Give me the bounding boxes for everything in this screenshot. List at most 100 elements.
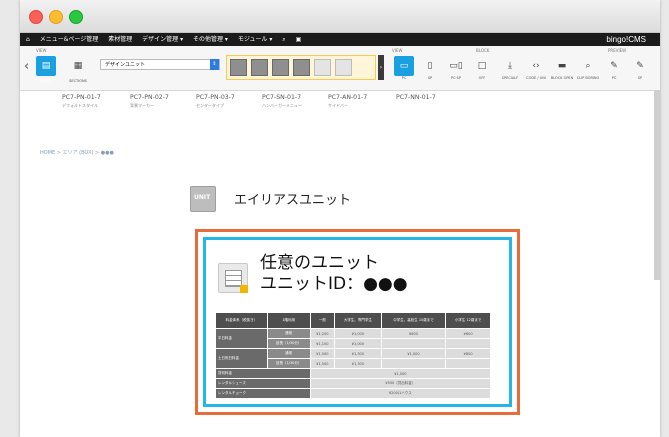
unit-type-value: デザインユニット <box>105 62 146 68</box>
unit-thumb[interactable] <box>251 59 268 76</box>
preview-section-label: PREVIEW <box>608 48 627 53</box>
minimize-window-button[interactable] <box>49 10 63 24</box>
header-cell: 一般 <box>309 312 336 329</box>
table-cell: ¥1,300 <box>334 348 382 359</box>
download-icon: ⤓ <box>508 61 512 71</box>
breadcrumb[interactable]: HOME > エリア (BOX) > ●●● <box>40 149 114 156</box>
palette-next-arrow[interactable]: › <box>378 55 384 80</box>
block-icon: ▬ <box>557 61 567 71</box>
settings-icon[interactable]: ▣ <box>296 36 302 43</box>
close-window-button[interactable] <box>29 10 43 24</box>
unit-content-frame[interactable]: 任意のユニット ユニットID：●●● 料金体系（税抜き） 1階利用 一般 大学生… <box>203 237 512 407</box>
tab-sub: センタータイプ <box>196 103 224 108</box>
editor-toolbar: ‹ VIEW ▤ UNITS ▦ SECTIONS デザインユニット ⇕ › V… <box>20 46 660 91</box>
tab-pn-01[interactable]: PC7-PN-01-7 デフォルトスタイル <box>62 94 101 109</box>
sections-button[interactable]: ▦ SECTIONS <box>68 56 88 83</box>
selected-unit-frame[interactable]: 任意のユニット ユニットID：●●● 料金体系（税抜き） 1階利用 一般 大学生… <box>195 229 520 415</box>
special-button[interactable]: ⤓ SPECIALF <box>500 56 520 80</box>
tab-code: PC7-AN-01-7 <box>328 94 368 101</box>
sections-label: SECTIONS <box>69 79 87 83</box>
unit-thumb[interactable] <box>335 59 352 76</box>
unit-icon-text: UNIT <box>194 194 211 201</box>
home-icon[interactable]: ⌂ <box>26 36 30 43</box>
units-button[interactable]: ▤ UNITS <box>36 56 56 83</box>
table-cell: ¥1,500 <box>309 348 336 359</box>
preview-sp-button[interactable]: ✎ SP <box>630 56 650 80</box>
table-cell <box>380 358 447 369</box>
table-unit-icon <box>218 263 248 293</box>
table-cell: ¥1,100 <box>309 338 336 349</box>
table-row: レンタルシューズ ¥500（貸出料金） <box>215 378 492 389</box>
zoom-window-button[interactable] <box>69 10 83 24</box>
header-cell: 料金体系（税抜き） <box>215 312 268 329</box>
sections-icon: ▦ <box>73 61 83 71</box>
units-label: UNITS <box>40 79 52 83</box>
unit-thumb[interactable] <box>293 59 310 76</box>
table-row: レンタルチョーク ¥200/1ハウス <box>215 388 492 399</box>
units-icon: ▤ <box>41 61 51 71</box>
device-off-button[interactable]: □ OFF <box>472 56 492 80</box>
header-cell: 中学生、高校生 15歳まで <box>380 312 447 329</box>
row-sub-cell: 延長（1/30分） <box>266 358 311 369</box>
vertical-scrollbar[interactable] <box>654 90 660 280</box>
table-cell: ¥800 <box>445 348 491 359</box>
cms-menubar: ⌂ メニュー&ページ管理 素材管理 デザイン管理 ▾ その他管理 ▾ モジュール… <box>20 33 660 46</box>
row-group-cell: 土日祝日料金 <box>215 348 268 369</box>
clip-button[interactable]: ⌕ CLIP BORING <box>577 56 600 80</box>
table-row: 土日祝日料金 通常 ¥1,500 ¥1,300 ¥1,000 ¥800 <box>215 348 491 369</box>
menu-item-page[interactable]: メニュー&ページ管理 <box>40 36 99 43</box>
block-open-button[interactable]: ▬ BLOCK OPEN <box>551 56 574 80</box>
unit-thumb[interactable] <box>272 59 289 76</box>
menu-item-module[interactable]: モジュール ▾ <box>238 36 273 43</box>
device-section-label: VIEW <box>392 48 403 53</box>
row-group-cell: レンタルチョーク <box>215 388 311 399</box>
menu-item-design[interactable]: デザイン管理 ▾ <box>142 36 183 43</box>
code-icon: ‹› <box>532 61 540 71</box>
menu-item-material[interactable]: 素材管理 <box>108 36 132 43</box>
table-cell <box>445 338 491 349</box>
tab-code: PC7-PN-01-7 <box>62 94 101 101</box>
tab-sn-01[interactable]: PC7-SN-01-7 ハンバーガーメニュー <box>262 94 302 109</box>
tab-an-01[interactable]: PC7-AN-01-7 サイドバー <box>328 94 367 109</box>
edit-badge-icon <box>240 285 248 293</box>
tab-nn-01[interactable]: PC7-NN-01-7 <box>396 94 436 103</box>
unit-type-select[interactable]: デザインユニット ⇕ <box>100 59 220 70</box>
code-button[interactable]: ‹› CODE / UNI <box>526 56 546 80</box>
preview-pc-button[interactable]: ✎ PC <box>604 56 624 80</box>
header-cell: 大学生、専門学生 <box>334 312 382 329</box>
monitor-icon: ▭ <box>399 61 409 71</box>
tab-pn-03[interactable]: PC7-PN-03-7 センタータイプ <box>196 94 235 109</box>
unit-thumb[interactable] <box>230 59 247 76</box>
tab-pn-02[interactable]: PC7-PN-02-7 背景マーカー <box>130 94 169 109</box>
device-sp-button[interactable]: ▯ SP <box>420 56 440 80</box>
brand-logo: bingo!CMS <box>606 35 646 44</box>
table-cell: ¥1,300 <box>334 358 382 369</box>
unit-title: 任意のユニット ユニットID：●●● <box>260 253 408 295</box>
alias-unit-title: エイリアスユニット <box>234 193 352 208</box>
row-sub-cell: 通常 <box>266 328 311 339</box>
table-cell: ¥1,500 <box>309 358 336 369</box>
unit-palette <box>226 55 376 80</box>
chevron-down-icon: ⇕ <box>210 59 219 70</box>
table-cell: ¥1,000 <box>334 328 382 339</box>
row-sub-cell: 通常 <box>266 348 311 359</box>
table-row: 平日料金 通常 ¥1,200 ¥1,000 ¥800 ¥600 <box>215 328 491 349</box>
back-arrow-icon[interactable]: ‹ <box>24 59 29 74</box>
menu-item-other[interactable]: その他管理 ▾ <box>193 36 228 43</box>
tab-code: PC7-PN-02-7 <box>130 94 169 101</box>
table-header-row: 料金体系（税抜き） 1階利用 一般 大学生、専門学生 中学生、高校生 15歳まで… <box>215 312 491 329</box>
row-sub-cell: 延長（1/30分） <box>266 338 311 349</box>
table-cell: ¥1,000 <box>334 338 382 349</box>
unit-thumb[interactable] <box>314 59 331 76</box>
row-group-cell: 平日料金 <box>215 328 268 349</box>
tab-sub: 背景マーカー <box>130 103 154 108</box>
header-cell: 小学生 12歳まで <box>445 312 491 329</box>
alias-unit-header: UNIT エイリアスユニット <box>190 186 390 216</box>
unit-id-line: ユニットID：●●● <box>260 274 408 294</box>
tab-sub: サイドバー <box>328 103 348 108</box>
table-cell: ¥1,200 <box>309 328 336 339</box>
device-pc-sp-button[interactable]: ▭▯ PC·SP <box>446 56 466 80</box>
table-cell: ¥1,000 <box>380 348 447 359</box>
search-icon[interactable]: ⌕ <box>282 36 285 43</box>
device-pc-button[interactable]: ▭ PC <box>394 56 414 80</box>
